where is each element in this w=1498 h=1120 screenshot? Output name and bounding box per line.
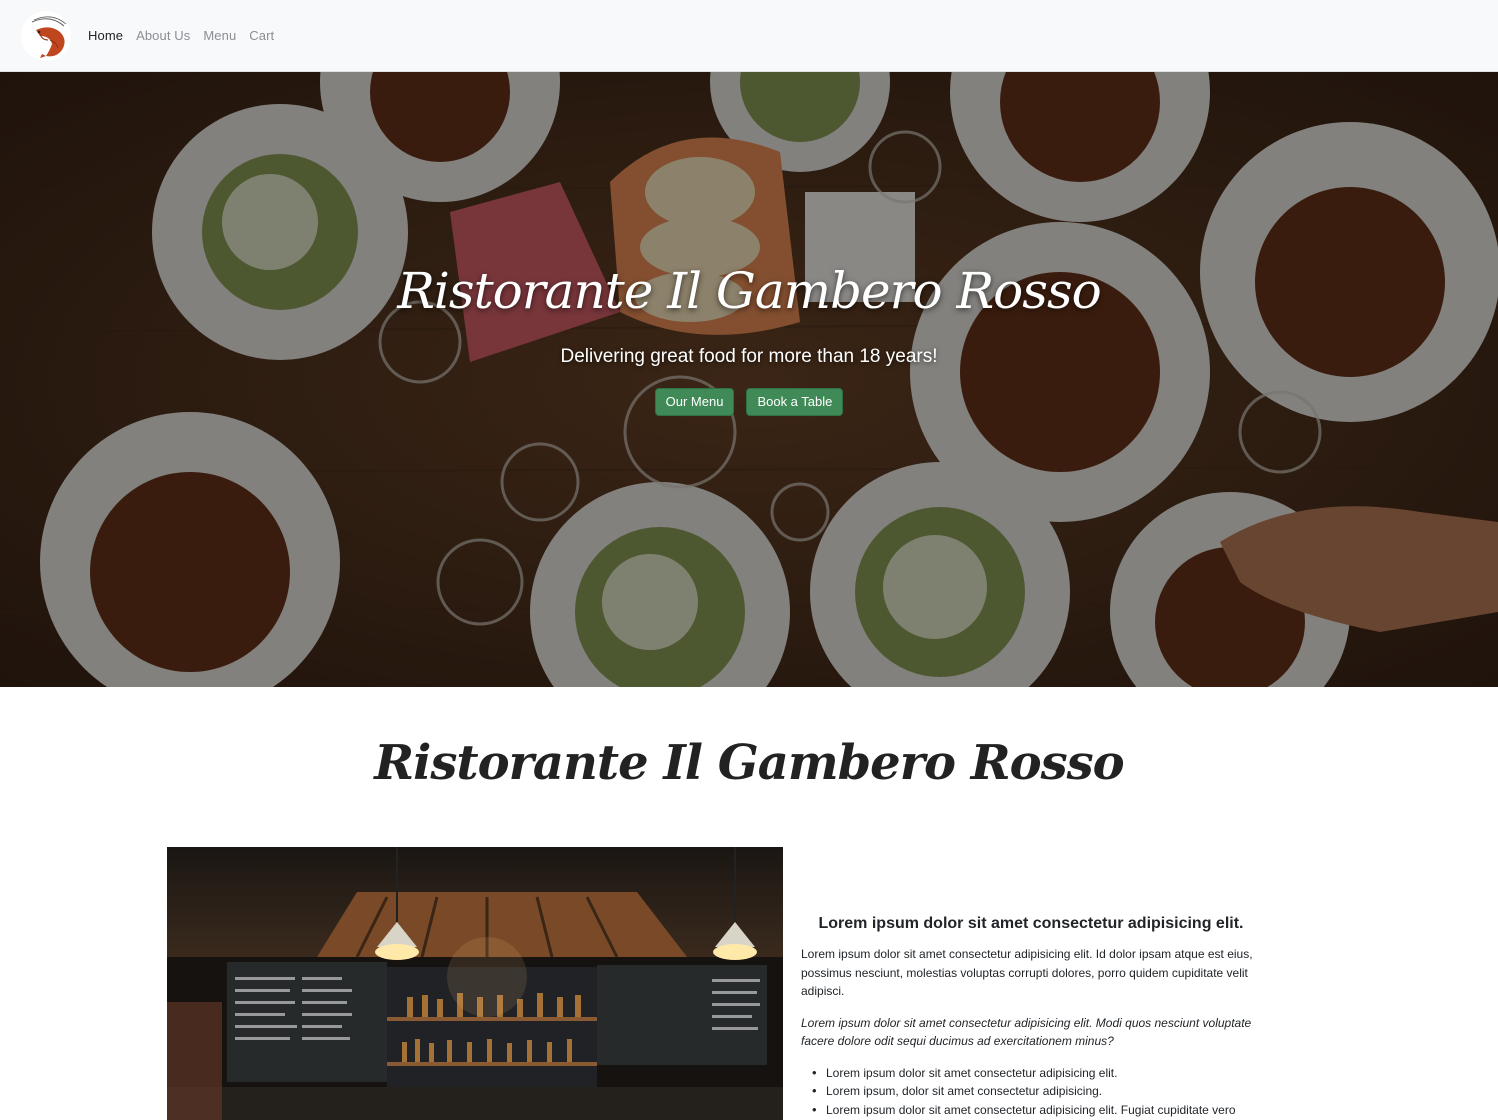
about-list: Lorem ipsum dolor sit amet consectetur a… xyxy=(801,1064,1261,1120)
our-menu-button[interactable]: Our Menu xyxy=(654,388,735,416)
nav-menu[interactable]: Menu xyxy=(203,28,236,43)
book-table-button[interactable]: Book a Table xyxy=(746,388,844,416)
about-text: Lorem ipsum dolor sit amet consectetur a… xyxy=(801,915,1261,1119)
hero-buttons: Our Menu Book a Table xyxy=(0,388,1498,416)
about-title: Ristorante Il Gambero Rosso xyxy=(374,735,1124,791)
nav-cart[interactable]: Cart xyxy=(249,28,274,43)
list-item: Lorem ipsum dolor sit amet consectetur a… xyxy=(801,1101,1261,1120)
nav-home[interactable]: Home xyxy=(88,28,123,43)
about-italic-paragraph: Lorem ipsum dolor sit amet consectetur a… xyxy=(801,1015,1252,1049)
restaurant-bar-image xyxy=(167,847,783,1120)
hero-content: Ristorante Il Gambero Rosso Delivering g… xyxy=(0,262,1498,416)
hero-section: Ristorante Il Gambero Rosso Delivering g… xyxy=(0,72,1498,687)
hero-title: Ristorante Il Gambero Rosso xyxy=(397,262,1101,320)
about-paragraph: Lorem ipsum dolor sit amet consectetur a… xyxy=(801,947,1253,998)
list-item: Lorem ipsum, dolor sit amet consectetur … xyxy=(801,1082,1261,1101)
nav-about-us[interactable]: About Us xyxy=(136,28,190,43)
about-heading: Lorem ipsum dolor sit amet consectetur a… xyxy=(818,915,1244,932)
shrimp-logo-icon[interactable] xyxy=(20,10,72,62)
nav-links: Home About Us Menu Cart xyxy=(88,28,287,43)
list-item: Lorem ipsum dolor sit amet consectetur a… xyxy=(801,1064,1261,1083)
hero-subtitle: Delivering great food for more than 18 y… xyxy=(560,346,938,367)
navbar: Home About Us Menu Cart xyxy=(0,0,1498,72)
